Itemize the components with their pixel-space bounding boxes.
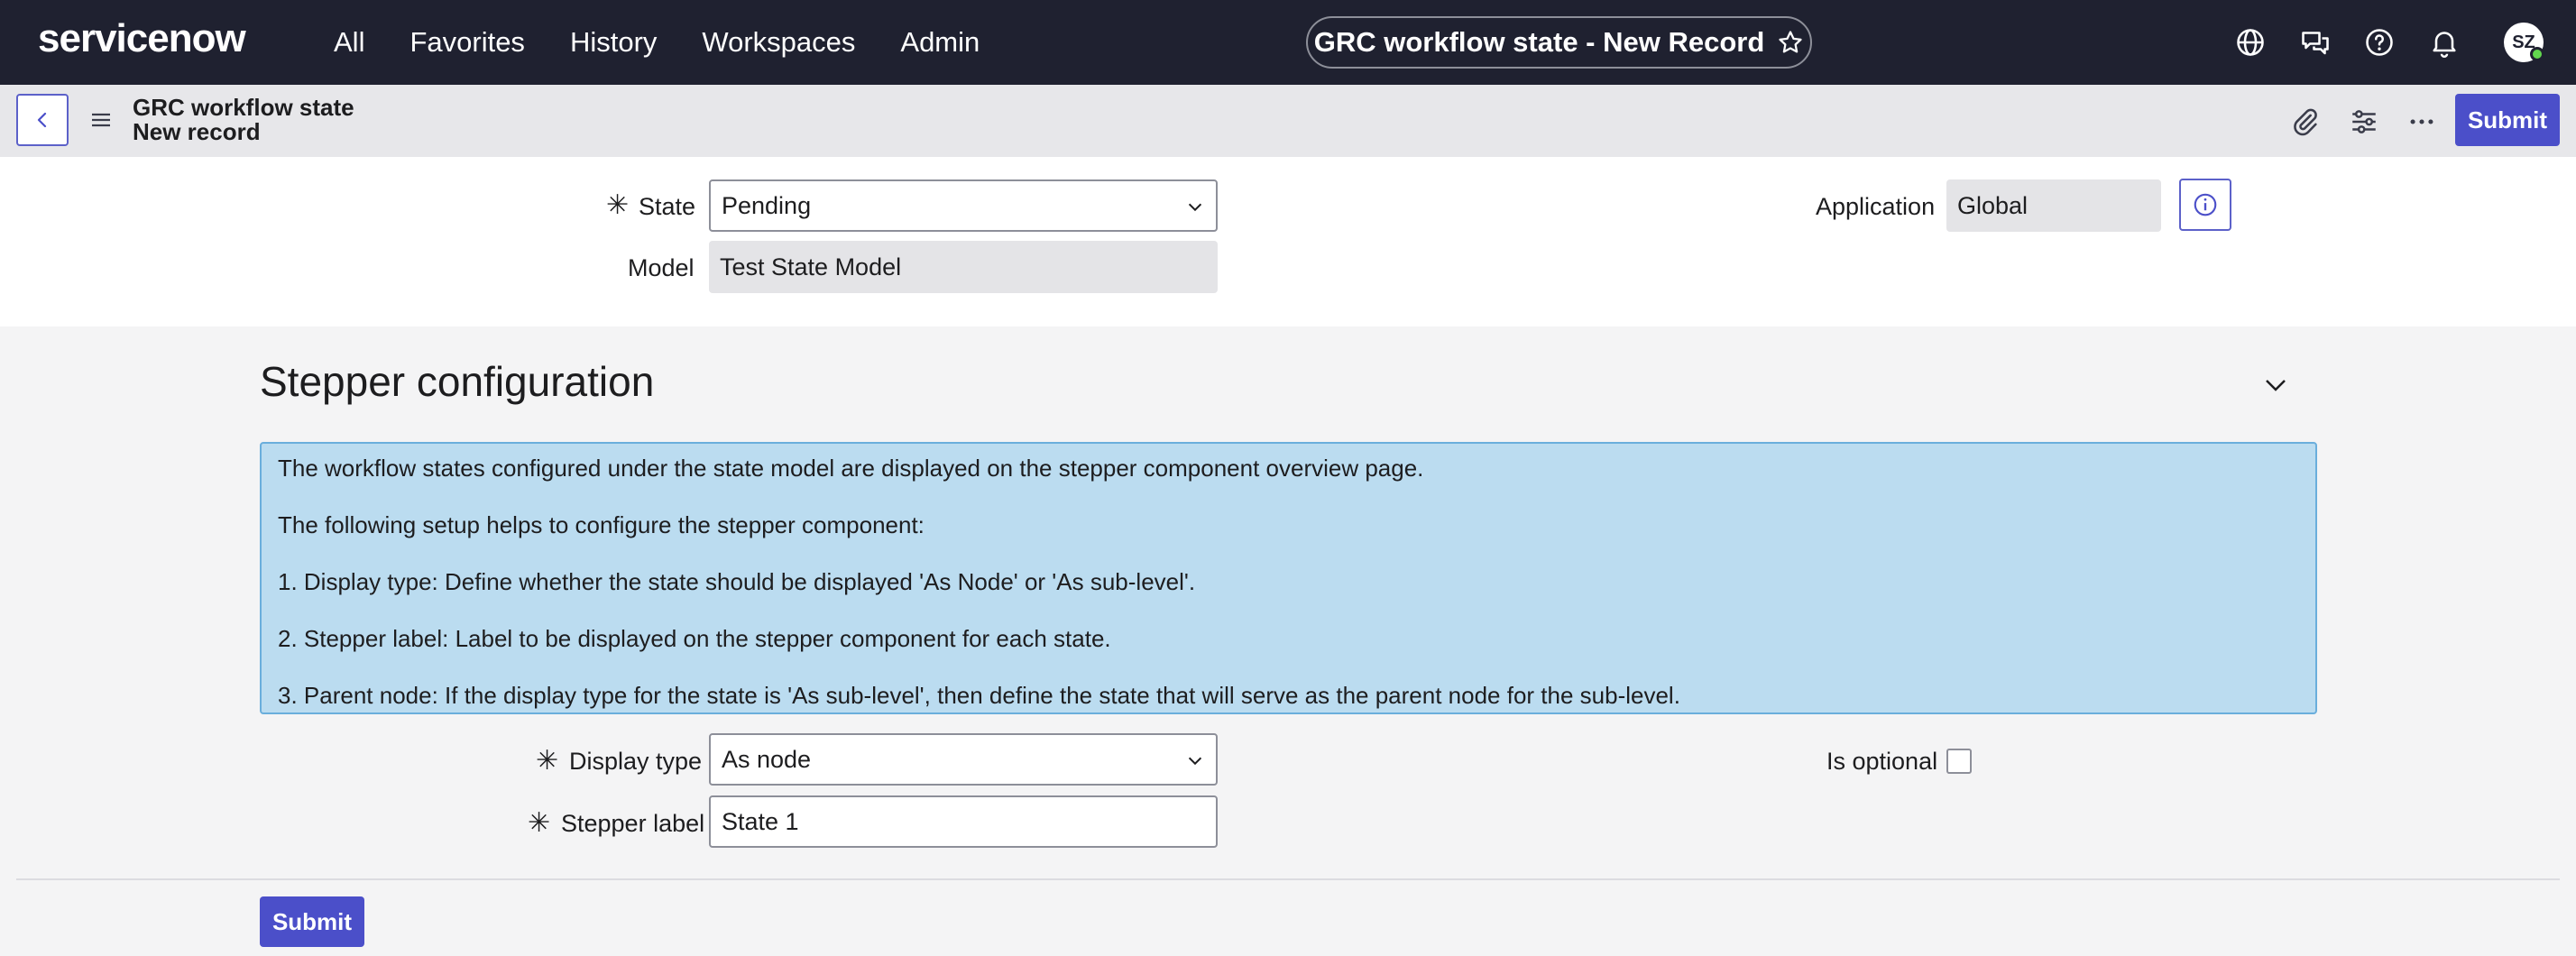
required-indicator: ✳ <box>528 808 551 838</box>
more-icon[interactable] <box>2406 106 2437 137</box>
application-field: Global <box>1946 179 2161 232</box>
model-field: Test State Model <box>709 241 1218 293</box>
top-navigation-bar: servicenow All Favorites History Workspa… <box>0 0 2576 85</box>
chevron-down-icon[interactable] <box>2262 372 2289 399</box>
attachment-icon[interactable] <box>2290 106 2321 137</box>
application-label: Application <box>1816 193 1936 220</box>
stepper-label-input[interactable]: State 1 <box>709 795 1218 848</box>
state-value: Pending <box>722 191 812 219</box>
back-button[interactable] <box>16 94 69 146</box>
help-icon[interactable] <box>2363 26 2396 59</box>
nav-workspaces[interactable]: Workspaces <box>702 26 855 59</box>
stepper-label-label: Stepper label <box>561 810 705 837</box>
servicenow-logo[interactable]: servicenow <box>38 16 246 61</box>
info-icon <box>2194 193 2217 216</box>
chevron-down-icon <box>1188 757 1202 766</box>
section-title: Stepper configuration <box>260 358 655 405</box>
nav-admin[interactable]: Admin <box>900 26 980 59</box>
record-title-pill[interactable]: GRC workflow state - New Record <box>1306 16 1812 69</box>
bell-icon[interactable] <box>2428 26 2461 59</box>
record-name: New record <box>133 118 261 145</box>
model-label: Model <box>628 254 695 281</box>
form-header: GRC workflow state New record Submit <box>0 85 2576 157</box>
state-select[interactable]: Pending <box>709 179 1218 232</box>
is-optional-label: Is optional <box>1826 748 1938 775</box>
nav-history[interactable]: History <box>570 26 657 59</box>
nav-favorites[interactable]: Favorites <box>409 26 524 59</box>
required-indicator: ✳ <box>606 190 630 220</box>
chat-icon[interactable] <box>2299 26 2332 59</box>
globe-icon[interactable] <box>2234 26 2267 59</box>
application-info-button[interactable] <box>2179 179 2231 231</box>
stepper-label-value: State 1 <box>722 807 799 835</box>
info-line: 3. Parent node: If the display type for … <box>278 682 1680 709</box>
nav-all[interactable]: All <box>334 26 364 59</box>
online-status-dot <box>2530 47 2544 61</box>
is-optional-checkbox[interactable] <box>1946 749 1972 774</box>
required-indicator: ✳ <box>536 746 559 776</box>
table-name: GRC workflow state <box>133 94 354 121</box>
model-value: Test State Model <box>720 253 902 280</box>
record-title: GRC workflow state - New Record <box>1313 26 1765 58</box>
menu-icon[interactable] <box>90 110 112 130</box>
back-icon <box>37 112 47 128</box>
submit-button-footer[interactable]: Submit <box>260 896 364 947</box>
chevron-down-icon <box>1188 203 1202 212</box>
info-line: The following setup helps to configure t… <box>278 511 925 538</box>
display-type-label: Display type <box>569 748 703 775</box>
main-menu: All Favorites History Workspaces Admin <box>334 0 1025 85</box>
star-icon[interactable] <box>1777 29 1804 56</box>
divider <box>16 878 2560 880</box>
display-type-select[interactable]: As node <box>709 733 1218 786</box>
display-type-value: As node <box>722 745 812 773</box>
info-line: 1. Display type: Define whether the stat… <box>278 568 1196 595</box>
settings-icon[interactable] <box>2349 106 2379 137</box>
info-line: 2. Stepper label: Label to be displayed … <box>278 625 1111 652</box>
state-label: State <box>639 193 696 220</box>
info-message-box: The workflow states configured under the… <box>260 442 2317 714</box>
info-line: The workflow states configured under the… <box>278 455 1424 482</box>
application-value: Global <box>1957 191 2029 219</box>
submit-button-header[interactable]: Submit <box>2455 94 2560 146</box>
form-title: GRC workflow state New record <box>133 96 354 144</box>
